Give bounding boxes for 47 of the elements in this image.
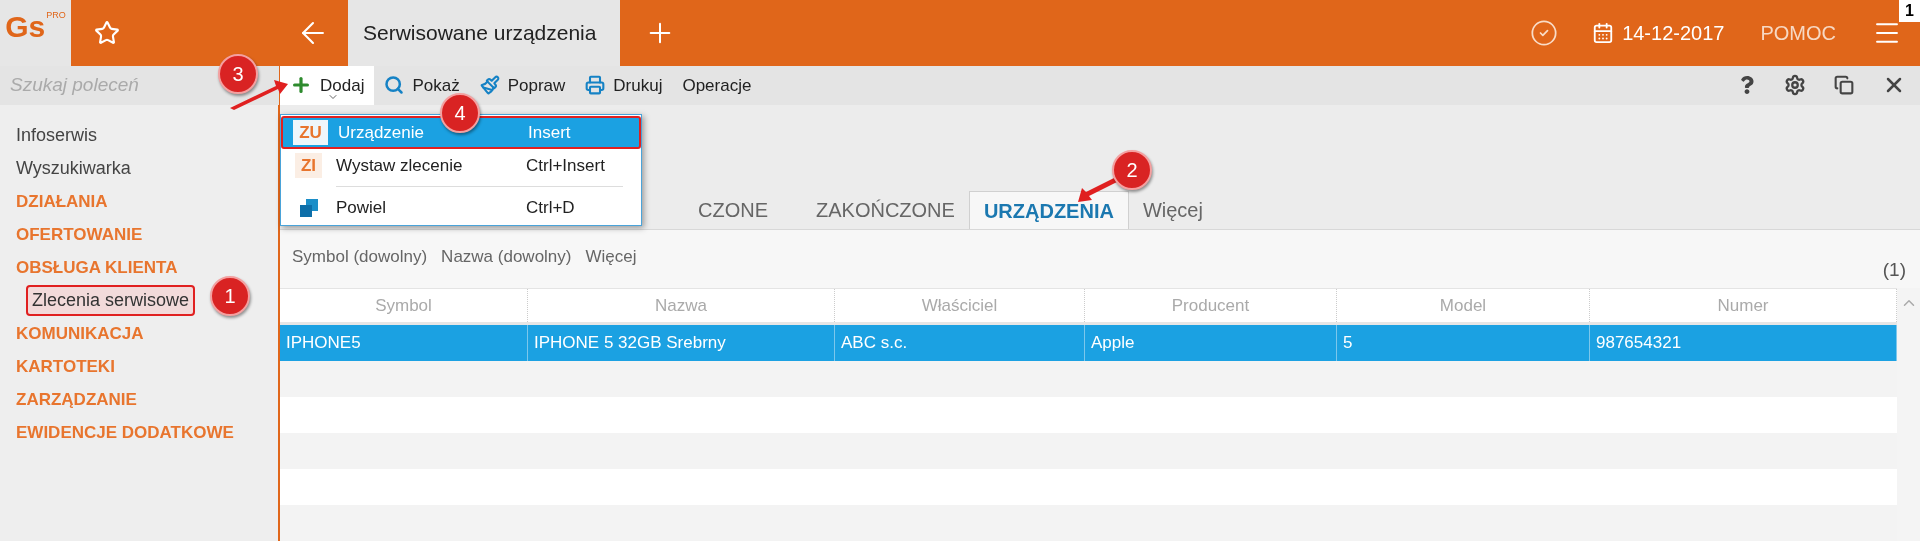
toolbar-button[interactable]: Drukuj — [575, 65, 673, 105]
window-tab[interactable]: Serwisowane urządzenia — [348, 0, 620, 66]
tab[interactable]: CZONE — [698, 191, 802, 229]
search-icon — [384, 75, 405, 96]
code-badge: ZI — [294, 152, 323, 179]
badge: 1 — [1899, 0, 1920, 22]
sidebar-item[interactable]: EWIDENCJE DODATKOWE — [0, 419, 234, 446]
column-header[interactable]: Producent — [1085, 289, 1337, 322]
tab[interactable]: URZĄDZENIA — [968, 191, 1129, 229]
tab[interactable]: ZAKOŃCZONE — [802, 191, 969, 229]
filter-link[interactable]: Symbol (dowolny) — [292, 244, 428, 270]
sidebar-item[interactable]: Zlecenia serwisowe — [26, 285, 196, 316]
sidebar-item[interactable]: ZARZĄDZANIE — [0, 386, 137, 413]
filter-link[interactable]: Nazwa (dowolny) — [441, 244, 572, 270]
restore-icon[interactable] — [1834, 75, 1854, 96]
table-row[interactable]: IPHONE5 IPHONE 5 32GB Srebrny ABC s.c. Apple 5 987654321 — [280, 325, 1897, 361]
column-header[interactable]: Nazwa — [528, 289, 835, 322]
code-badge: ZU — [293, 119, 328, 146]
count-text: (1) — [1882, 257, 1906, 282]
column-header[interactable]: Symbol — [280, 289, 528, 322]
sidebar-item[interactable]: KARTOTEKI — [0, 353, 115, 380]
calendar-icon[interactable] — [1592, 21, 1615, 44]
printer-icon — [585, 75, 606, 96]
date-text[interactable]: 14-12-2017 — [1622, 17, 1725, 48]
column-header[interactable]: Model — [1337, 289, 1590, 322]
sidebar-item[interactable]: DZIAŁANIA — [0, 188, 108, 215]
sidebar-item[interactable]: OBSŁUGA KLIENTA — [0, 254, 178, 281]
column-header[interactable]: Właściciel — [835, 289, 1085, 322]
sidebar-item[interactable]: Wyszukiwarka — [0, 155, 131, 182]
menu-item[interactable]: ZI Wystaw zlecenie Ctrl+Insert — [281, 149, 641, 182]
check-icon[interactable] — [1530, 18, 1559, 47]
annotation-arrow — [230, 80, 290, 110]
sidebar-item[interactable]: Infoserwis — [0, 122, 98, 149]
menu-item[interactable]: Powiel Ctrl+D — [281, 191, 641, 224]
settings-icon[interactable] — [1784, 74, 1806, 97]
filter-link[interactable]: Więcej — [585, 244, 637, 270]
tab[interactable]: Więcej — [1128, 191, 1217, 229]
duplicate-icon — [298, 197, 319, 218]
sidebar-item[interactable]: KOMUNIKACJA — [0, 320, 144, 347]
search-field[interactable]: Szukaj poleceń — [10, 71, 210, 100]
help-icon[interactable] — [1738, 76, 1756, 95]
star-icon[interactable] — [94, 19, 120, 46]
brush-icon — [479, 75, 500, 96]
toolbar-button[interactable]: Operacje — [672, 65, 762, 105]
toolbar-button[interactable]: Dodaj — [280, 65, 375, 105]
help-link[interactable]: POMOC — [1760, 17, 1836, 48]
sidebar-item[interactable]: OFERTOWANIE — [0, 221, 143, 248]
